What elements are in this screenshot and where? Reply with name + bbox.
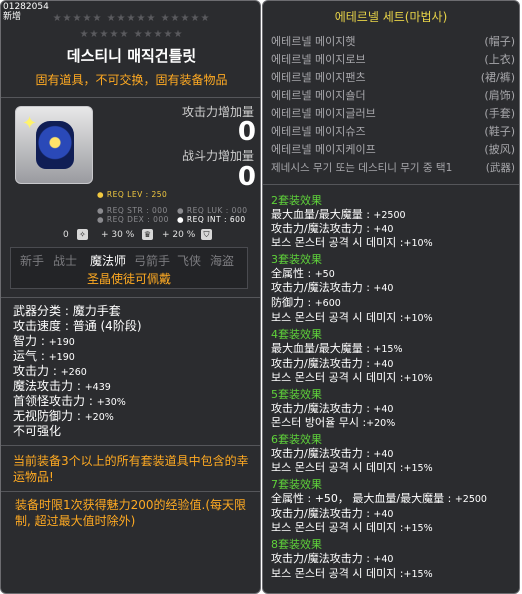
item-tooltip-panel: 01282054 新增 ★★★★★ ★★★★★ ★★★★★ ★★★★★ ★★★★… bbox=[0, 0, 261, 594]
set-effect-panel: 에테르넬 세트(마법사) 에테르넬 메이지햇 (帽子) 에테르넬 메이지로브 (上衣… bbox=[262, 0, 520, 594]
set-effect-line: 보스 몬스터 공격 시 데미지 :+10% bbox=[271, 371, 433, 385]
set-effect-line: 보스 몬스터 공격 시 데미지 :+15% bbox=[271, 567, 433, 581]
set-effect-line: 攻击力/魔法攻击力 : +40 bbox=[271, 357, 394, 371]
set-effect-line: 攻击力/魔法攻击力 : +40 bbox=[271, 222, 394, 236]
set-effect-line: 最大血量/最大魔量 : +15% bbox=[271, 342, 403, 356]
set-piece-robe: 에테르넬 메이지로브 (上衣) bbox=[271, 53, 515, 66]
attack-increase-value: 0 bbox=[237, 117, 256, 147]
set-effect-line: 몬스터 방어율 무시 :+20% bbox=[271, 416, 396, 430]
set-piece-shoes: 에테르넬 메이지슈즈 (鞋子) bbox=[271, 125, 515, 138]
set-effect-2-header: 2套装效果 bbox=[271, 194, 322, 207]
combat-increase-value: 0 bbox=[237, 162, 256, 192]
set-piece-weapon: 제네시스 무기 또는 데스티니 무기 중 택1 (武器) bbox=[271, 162, 515, 174]
set-effect-line: 보스 몬스터 공격 시 데미지 :+10% bbox=[271, 311, 433, 325]
set-piece-glove: 에테르넬 메이지글러브 (手套) bbox=[271, 107, 515, 120]
divider bbox=[1, 491, 260, 492]
gauntlet-icon bbox=[36, 121, 74, 169]
item-id: 01282054 bbox=[3, 2, 49, 12]
option-1-value: 0 bbox=[63, 230, 69, 240]
set-effect-line: 全属性 : +50， 最大血量/最大魔量 : +2500 bbox=[271, 492, 487, 506]
set-effect-line: 攻击力/魔法攻击力 : +40 bbox=[271, 281, 394, 295]
stat-luk: 运气 : +190 bbox=[13, 349, 75, 363]
job-pirate: 海盗 bbox=[210, 254, 235, 268]
stat-weapon-type: 武器分类 : 魔力手套 bbox=[13, 304, 121, 318]
item-icon-frame: ✦ bbox=[15, 106, 93, 184]
set-effect-line: 攻击力/魔法攻击力 : +40 bbox=[271, 507, 394, 521]
job-thief: 飞侠 bbox=[177, 254, 202, 268]
stat-int: 智力 : +190 bbox=[13, 334, 75, 348]
set-title: 에테르넬 세트(마법사) bbox=[334, 10, 448, 24]
req-level: ● REQ LEV : 250 bbox=[97, 190, 168, 199]
set-effect-3-header: 3套装效果 bbox=[271, 253, 322, 266]
job-warrior: 战士 bbox=[53, 254, 78, 268]
star-force-row-1: ★★★★★ ★★★★★ ★★★★★ bbox=[52, 13, 211, 24]
stat-not-upgradable: 不可强化 bbox=[13, 424, 62, 438]
item-title: 데스티니 매직건틀릿 bbox=[66, 47, 197, 65]
job-magician: 魔法师 bbox=[90, 254, 127, 268]
divider bbox=[1, 97, 260, 98]
set-piece-shoulder: 에테르넬 메이지숄더 (肩饰) bbox=[271, 89, 515, 102]
job-beginner: 新手 bbox=[20, 254, 45, 268]
stat-boss-damage: 首领怪攻击力 : +30% bbox=[13, 394, 126, 408]
stat-ignore-defense: 无视防御力 : +20% bbox=[13, 409, 114, 423]
item-subtitle: 固有道具，不可交换，固有装备物品 bbox=[35, 73, 228, 87]
lucky-item-note: 当前装备3个以上的所有套装道具中包含的幸运物品! bbox=[13, 454, 249, 484]
job-bowman: 弓箭手 bbox=[134, 254, 171, 268]
set-piece-hat: 에테르넬 메이지햇 (帽子) bbox=[271, 35, 515, 48]
set-piece-cape: 에테르넬 메이지케이프 (披风) bbox=[271, 143, 515, 156]
star-option-icon: ✧ bbox=[77, 229, 88, 240]
option-3-value: + 20 % bbox=[162, 230, 196, 240]
divider bbox=[1, 297, 260, 298]
req-int: ● REQ INT : 600 bbox=[177, 215, 246, 224]
req-dex: ● REQ DEX : 000 bbox=[97, 215, 169, 224]
set-effect-8-header: 8套装效果 bbox=[271, 538, 322, 551]
set-effect-line: 보스 몬스터 공격 시 데미지 :+15% bbox=[271, 521, 433, 535]
set-effect-5-header: 5套装效果 bbox=[271, 388, 322, 401]
option-2-value: + 30 % bbox=[101, 230, 135, 240]
set-effect-line: 攻击力/魔法攻击力 : +40 bbox=[271, 552, 394, 566]
star-force-row-2: ★★★★★ ★★★★★ bbox=[79, 29, 184, 40]
set-effect-line: 全属性 : +50 bbox=[271, 267, 335, 281]
stat-magic-attack: 魔法攻击力 : +439 bbox=[13, 379, 111, 393]
stat-attack-speed: 攻击速度 : 普通 (4阶段) bbox=[13, 319, 142, 333]
charm-exp-note: 装备时限1次获得魅力200的经验值.(每天限制, 超过最大值时除外) bbox=[15, 498, 247, 528]
job-restriction-box: 新手 战士 魔法师 弓箭手 飞侠 海盗 圣晶使徒可佩戴 bbox=[10, 247, 248, 289]
set-effect-4-header: 4套装效果 bbox=[271, 328, 322, 341]
set-effect-line: 防御力 : +600 bbox=[271, 296, 341, 310]
set-effect-line: 攻击力/魔法攻击力 : +40 bbox=[271, 402, 394, 416]
divider bbox=[1, 445, 260, 446]
set-effect-7-header: 7套装效果 bbox=[271, 478, 322, 491]
ignore-defense-icon: ⛉ bbox=[201, 229, 212, 240]
boss-damage-icon: ♛ bbox=[142, 229, 153, 240]
sparkle-icon: ✦ bbox=[22, 113, 38, 134]
set-effect-line: 攻击力/魔法攻击力 : +40 bbox=[271, 447, 394, 461]
job-note: 圣晶使徒可佩戴 bbox=[86, 272, 171, 286]
set-effect-6-header: 6套装效果 bbox=[271, 433, 322, 446]
set-effect-line: 보스 몬스터 공격 시 데미지 :+10% bbox=[271, 236, 433, 250]
divider bbox=[263, 184, 519, 185]
set-effect-line: 보스 몬스터 공격 시 데미지 :+15% bbox=[271, 461, 433, 475]
set-piece-pants: 에테르넬 메이지팬츠 (裙/裤) bbox=[271, 71, 515, 84]
set-effect-line: 最大血量/最大魔量 : +2500 bbox=[271, 208, 406, 222]
stat-attack: 攻击力 : +260 bbox=[13, 364, 87, 378]
